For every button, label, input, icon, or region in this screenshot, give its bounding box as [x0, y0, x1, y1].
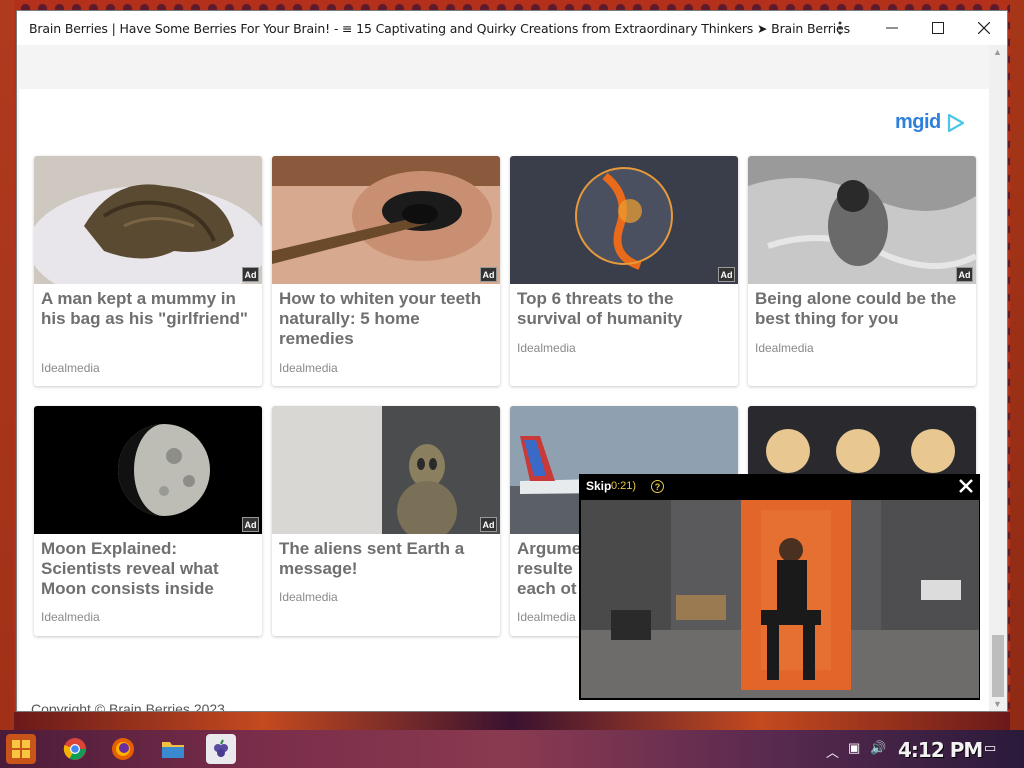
ad-card[interactable]: Ad How to whiten your teeth naturally: 5…	[272, 156, 500, 386]
firefox-icon	[112, 738, 134, 760]
file-explorer-taskbar-button[interactable]	[158, 734, 188, 764]
ad-source[interactable]: Idealmedia	[517, 610, 576, 624]
desktop-right-edge	[1010, 0, 1024, 730]
berries-app-icon	[214, 739, 228, 757]
ad-headline[interactable]: Top 6 threats to the survival of humanit…	[517, 289, 733, 329]
ad-source[interactable]: Idealmedia	[41, 361, 100, 375]
desktop-left-edge	[0, 0, 14, 730]
close-video-button[interactable]	[958, 477, 974, 497]
ad-badge: Ad	[956, 267, 973, 282]
close-icon	[978, 22, 990, 34]
ad-badge: Ad	[242, 267, 259, 282]
ad-thumbnail[interactable]	[748, 156, 976, 284]
video-ad-bar: Skip 0:21) ?	[579, 474, 980, 500]
ad-headline[interactable]: The aliens sent Earth a message!	[279, 539, 495, 579]
play-triangle-icon	[947, 113, 964, 132]
chrome-icon	[63, 738, 86, 760]
ad-headline[interactable]: Moon Explained: Scientists reveal what M…	[41, 539, 257, 599]
vertical-dots-icon	[838, 21, 842, 35]
chrome-taskbar-button[interactable]	[60, 734, 90, 764]
skip-timer: 0:21)	[611, 480, 637, 492]
ad-source[interactable]: Idealmedia	[41, 610, 100, 624]
start-button[interactable]	[6, 734, 36, 764]
ad-headline[interactable]: A man kept a mummy in his bag as his "gi…	[41, 289, 257, 329]
maximize-icon	[932, 22, 944, 34]
vertical-scrollbar[interactable]: ▲ ▼	[989, 45, 1007, 711]
ad-headline[interactable]: Argume resulte each ot	[517, 539, 581, 599]
ad-headline[interactable]: Being alone could be the best thing for …	[755, 289, 971, 329]
folder-icon	[162, 742, 184, 758]
scroll-up-arrow-icon[interactable]: ▲	[993, 47, 1002, 57]
network-icon[interactable]: ▣	[848, 740, 860, 756]
ad-thumbnail[interactable]	[34, 406, 262, 534]
volume-icon[interactable]: 🔊	[870, 740, 886, 756]
ad-badge: Ad	[718, 267, 735, 282]
desktop-strip	[14, 712, 1010, 730]
close-icon	[959, 479, 973, 493]
ad-source[interactable]: Idealmedia	[279, 590, 338, 604]
title-bar: Brain Berries | Have Some Berries For Yo…	[17, 11, 1007, 45]
video-ad-popup: Skip 0:21) ?	[579, 474, 980, 700]
firefox-taskbar-button[interactable]	[108, 734, 138, 764]
minimize-icon	[886, 27, 898, 29]
taskbar: ︿ ▣ 🔊 ▭	[0, 730, 1024, 768]
ad-badge: Ad	[480, 517, 497, 532]
ad-thumbnail[interactable]	[510, 156, 738, 284]
ad-thumbnail[interactable]	[34, 156, 262, 284]
window-title: Brain Berries | Have Some Berries For Yo…	[29, 21, 850, 36]
mgid-logo-text: mgid	[895, 111, 941, 133]
ad-thumbnail[interactable]	[272, 406, 500, 534]
maximize-button[interactable]	[915, 11, 961, 45]
ad-card[interactable]: Ad The aliens sent Earth a message! Idea…	[272, 406, 500, 636]
ad-card[interactable]: Ad Being alone could be the best thing f…	[748, 156, 976, 386]
video-player[interactable]	[581, 500, 979, 698]
minimize-button[interactable]	[869, 11, 915, 45]
start-icon	[12, 740, 30, 758]
show-hidden-icons[interactable]: ︿	[826, 742, 839, 761]
ad-badge: Ad	[480, 267, 497, 282]
scroll-thumb[interactable]	[992, 635, 1004, 697]
notification-icon[interactable]: ▭	[984, 740, 996, 756]
ad-thumbnail[interactable]	[272, 156, 500, 284]
ad-source[interactable]: Idealmedia	[279, 361, 338, 375]
app-taskbar-button[interactable]	[206, 734, 236, 764]
ad-card[interactable]: Ad A man kept a mummy in his bag as his …	[34, 156, 262, 386]
ad-source[interactable]: Idealmedia	[517, 341, 576, 355]
mgid-logo[interactable]: mgid	[895, 111, 965, 134]
ad-badge: Ad	[242, 517, 259, 532]
help-icon[interactable]: ?	[651, 480, 664, 493]
more-options-button[interactable]	[817, 11, 863, 45]
ad-card[interactable]: Ad Moon Explained: Scientists reveal wha…	[34, 406, 262, 636]
close-window-button[interactable]	[961, 11, 1007, 45]
ad-source[interactable]: Idealmedia	[755, 341, 814, 355]
scroll-down-arrow-icon[interactable]: ▼	[993, 699, 1002, 709]
ad-headline[interactable]: How to whiten your teeth naturally: 5 ho…	[279, 289, 495, 349]
skip-button[interactable]: Skip	[586, 479, 611, 493]
taskbar-clock[interactable]: 4:12 PM	[898, 738, 983, 762]
copyright-text: Copyright © Brain Berries 2023	[31, 701, 225, 711]
ad-card[interactable]: Ad Top 6 threats to the survival of huma…	[510, 156, 738, 386]
